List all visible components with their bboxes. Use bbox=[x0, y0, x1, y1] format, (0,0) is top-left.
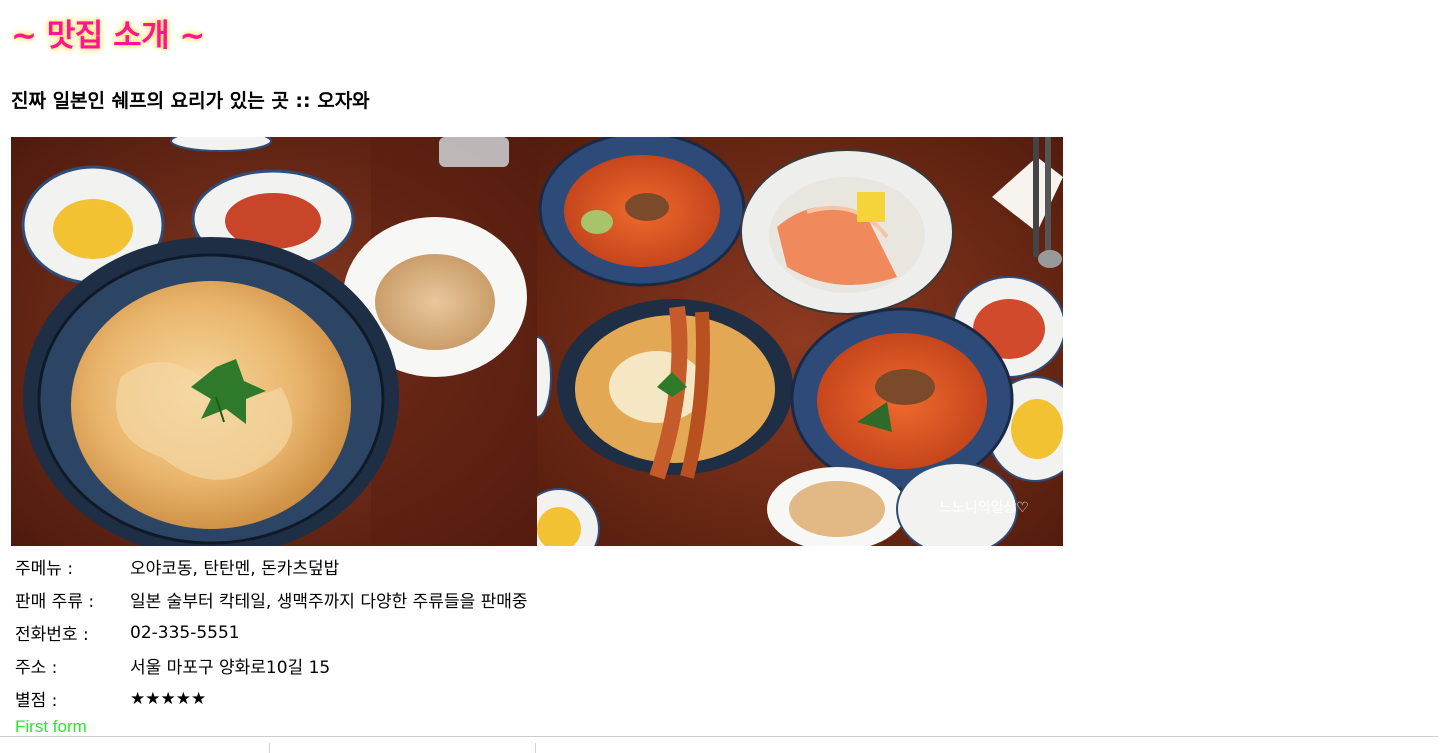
address-label: 주소 : bbox=[15, 658, 58, 678]
info-row-menu: 주메뉴 : 오야코동, 탄탄멘, 돈카츠덮밥 bbox=[11, 550, 532, 583]
info-row-address: 주소 : 서울 마포구 양화로10길 15 bbox=[11, 649, 532, 682]
form-frame-bar bbox=[0, 736, 1438, 753]
photo-watermark: 느노니의일상♡ bbox=[939, 500, 1029, 516]
page-title: ~ 맛집 소개 ~ bbox=[11, 18, 205, 54]
drinks-label: 판매 주류 : bbox=[15, 592, 95, 612]
oyakodon-photo bbox=[11, 137, 537, 546]
food-photos: 느노니의일상♡ bbox=[11, 137, 1063, 546]
restaurant-subtitle: 진짜 일본인 쉐프의 요리가 있는 곳 :: 오자와 bbox=[11, 90, 370, 112]
restaurant-info-table: 주메뉴 : 오야코동, 탄탄멘, 돈카츠덮밥 판매 주류 : 일본 술부터 칵테… bbox=[11, 550, 532, 715]
menu-value: 오야코동, 탄탄멘, 돈카츠덮밥 bbox=[130, 559, 340, 579]
menu-label: 주메뉴 : bbox=[15, 559, 74, 579]
info-row-drinks: 판매 주류 : 일본 술부터 칵테일, 생맥주까지 다양한 주류들을 판매중 bbox=[11, 583, 532, 616]
phone-value: 02-335-5551 bbox=[130, 622, 240, 643]
rating-label: 별점 : bbox=[15, 691, 58, 711]
ramen-table-photo: 느노니의일상♡ bbox=[537, 137, 1063, 546]
drinks-value: 일본 술부터 칵테일, 생맥주까지 다양한 주류들을 판매중 bbox=[130, 592, 528, 612]
phone-label: 전화번호 : bbox=[15, 625, 89, 645]
rating-stars: ★★★★★ bbox=[130, 688, 207, 709]
info-row-phone: 전화번호 : 02-335-5551 bbox=[11, 616, 532, 649]
info-row-rating: 별점 : ★★★★★ bbox=[11, 682, 532, 715]
address-value: 서울 마포구 양화로10길 15 bbox=[130, 658, 331, 678]
first-form-label: First form bbox=[15, 717, 87, 736]
